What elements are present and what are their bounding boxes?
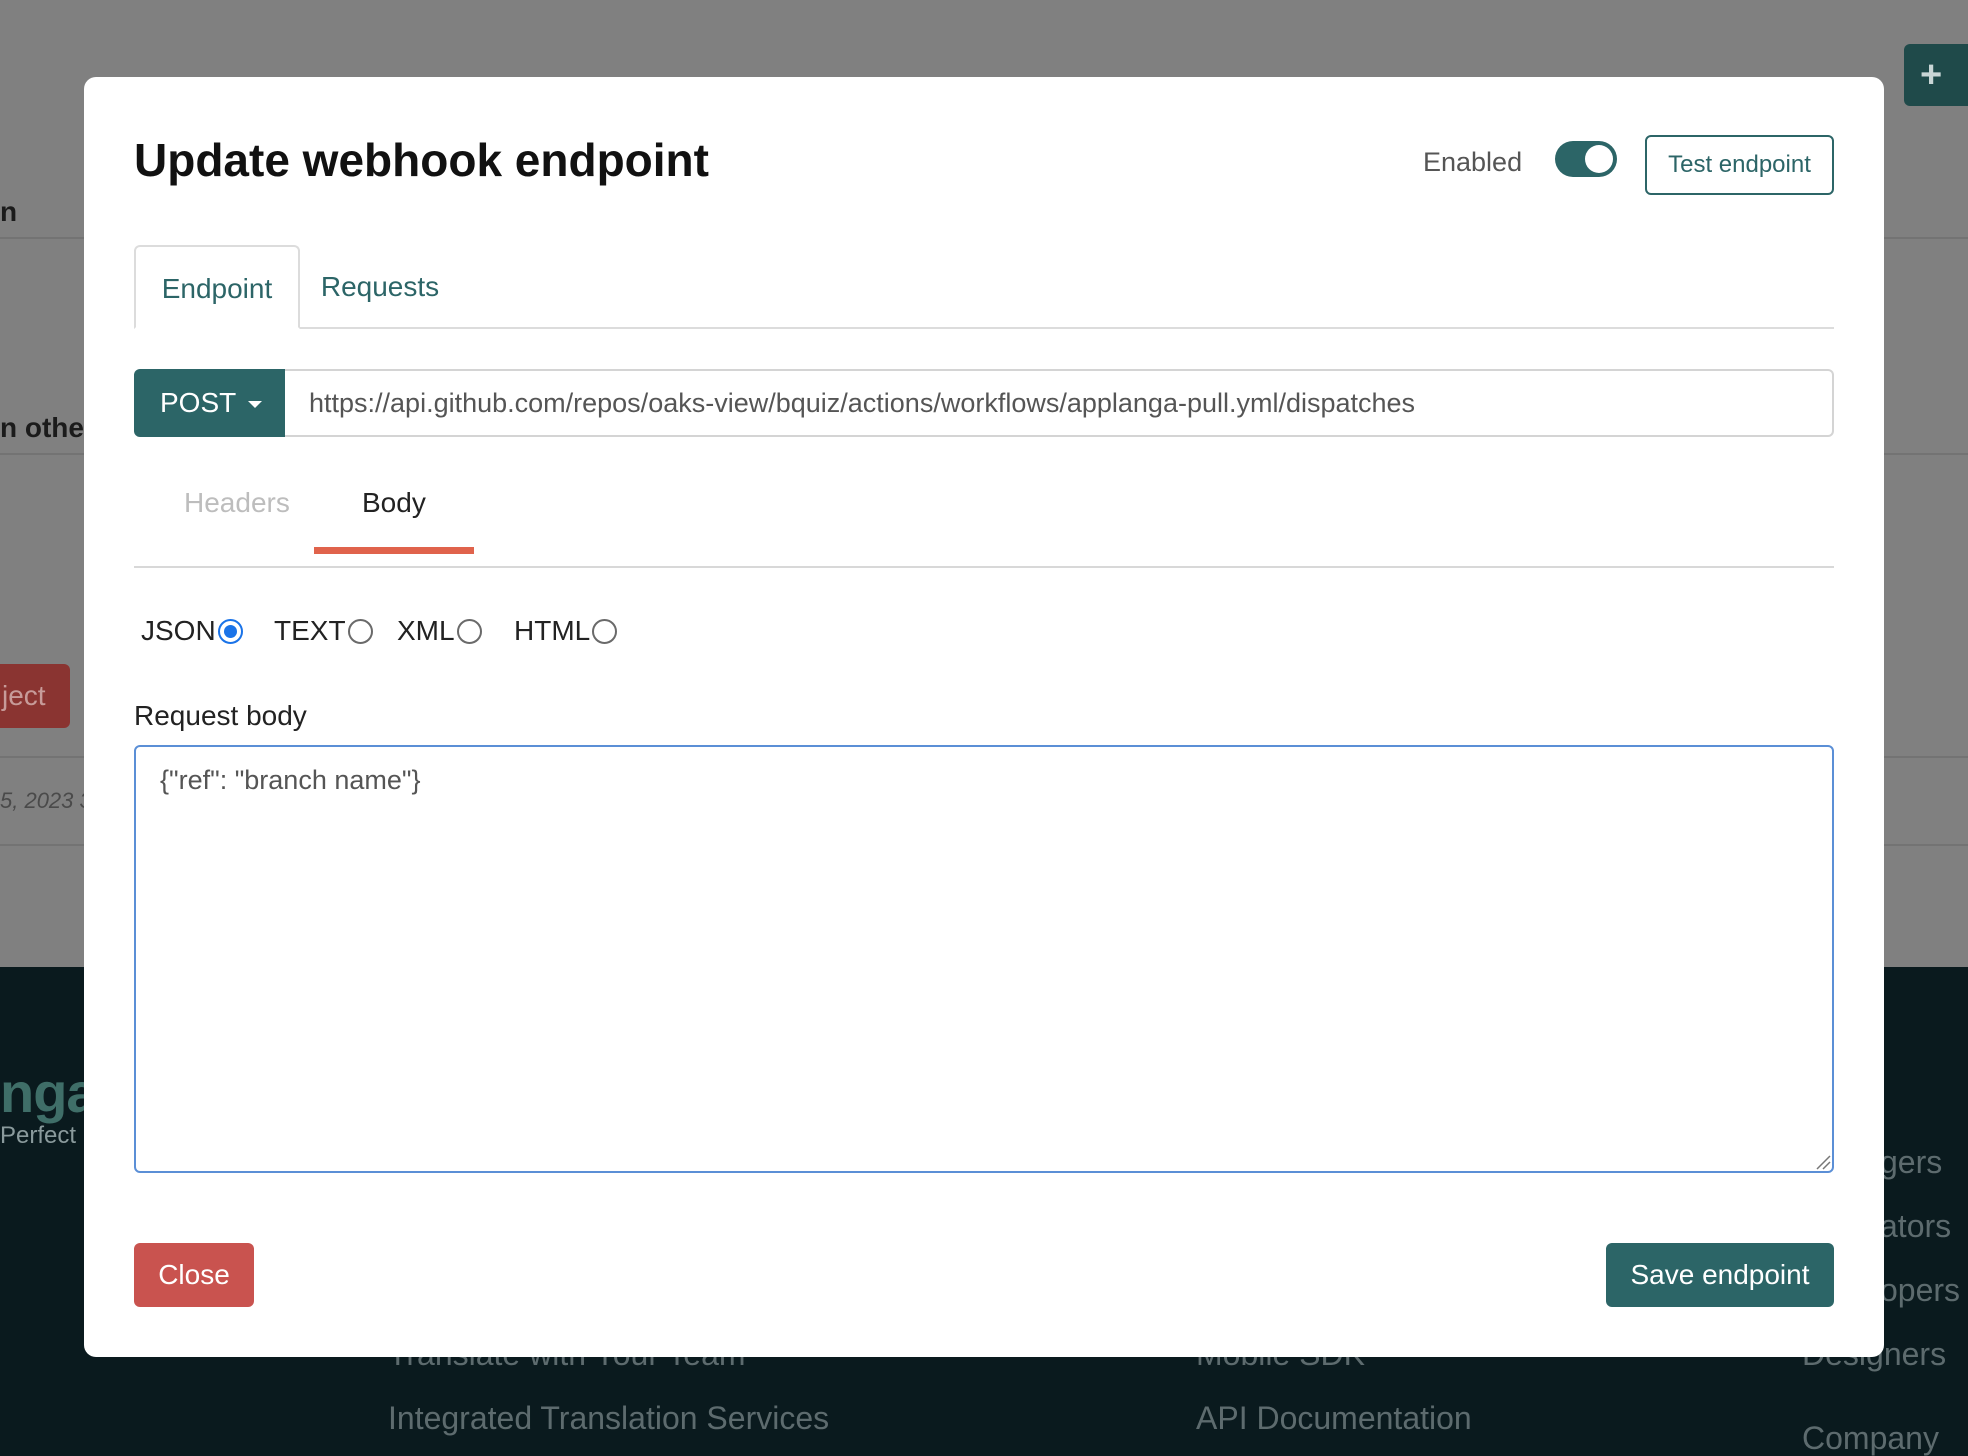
- footer-link: Integrated Translation Services: [388, 1400, 830, 1436]
- footer-link: opers: [1880, 1272, 1961, 1308]
- save-endpoint-button[interactable]: Save endpoint: [1606, 1243, 1834, 1307]
- format-label: HTML: [514, 615, 591, 646]
- footer-link: API Documentation: [1196, 1400, 1472, 1436]
- request-body-label: Request body: [134, 700, 307, 731]
- modal-title: Update webhook endpoint: [134, 134, 709, 186]
- request-body-textarea[interactable]: {"ref": "branch name"}: [134, 745, 1834, 1173]
- format-label: XML: [397, 615, 455, 646]
- radio-html[interactable]: [592, 618, 618, 644]
- enabled-label: Enabled: [1423, 147, 1523, 177]
- footer-link: ators: [1880, 1208, 1952, 1244]
- test-endpoint-button[interactable]: Test endpoint: [1645, 135, 1834, 195]
- radio-xml[interactable]: [456, 618, 482, 644]
- footer-tagline: Perfect: [0, 1122, 77, 1149]
- bg-column-header: n other: [0, 412, 95, 443]
- method-label: POST: [160, 387, 237, 418]
- resize-grip-icon[interactable]: [1815, 1154, 1831, 1170]
- footer-link: Company: [1802, 1420, 1939, 1456]
- footer-logo: nga: [0, 1061, 98, 1124]
- format-label: TEXT: [274, 615, 346, 646]
- format-label: JSON: [141, 615, 216, 646]
- subtabs-divider: [134, 566, 1834, 568]
- bg-reject-button: ject: [0, 664, 70, 728]
- bg-date: 5, 2023 3: [0, 788, 92, 813]
- bg-add-button: +: [1904, 44, 1968, 106]
- format-option-html[interactable]: HTML: [514, 611, 618, 651]
- radio-json[interactable]: [217, 618, 243, 644]
- footer-link: gers: [1880, 1144, 1943, 1180]
- format-option-json[interactable]: JSON: [141, 611, 243, 651]
- format-option-xml[interactable]: XML: [397, 611, 482, 651]
- active-subtab-indicator: [314, 547, 474, 554]
- tab-requests[interactable]: Requests: [300, 245, 460, 329]
- close-button[interactable]: Close: [134, 1243, 254, 1307]
- subtab-headers[interactable]: Headers: [184, 487, 290, 519]
- enabled-toggle[interactable]: [1555, 141, 1617, 177]
- bg-column-header: n: [0, 196, 18, 227]
- toggle-knob: [1585, 145, 1613, 173]
- caret-down-icon: [248, 401, 263, 409]
- tab-endpoint[interactable]: Endpoint: [134, 245, 300, 329]
- url-input[interactable]: [285, 369, 1834, 437]
- format-option-text[interactable]: TEXT: [274, 611, 373, 651]
- subtab-body[interactable]: Body: [362, 487, 426, 519]
- method-dropdown[interactable]: POST: [134, 369, 285, 437]
- radio-text[interactable]: [347, 618, 373, 644]
- webhook-modal: Update webhook endpoint Enabled Test end…: [84, 77, 1884, 1357]
